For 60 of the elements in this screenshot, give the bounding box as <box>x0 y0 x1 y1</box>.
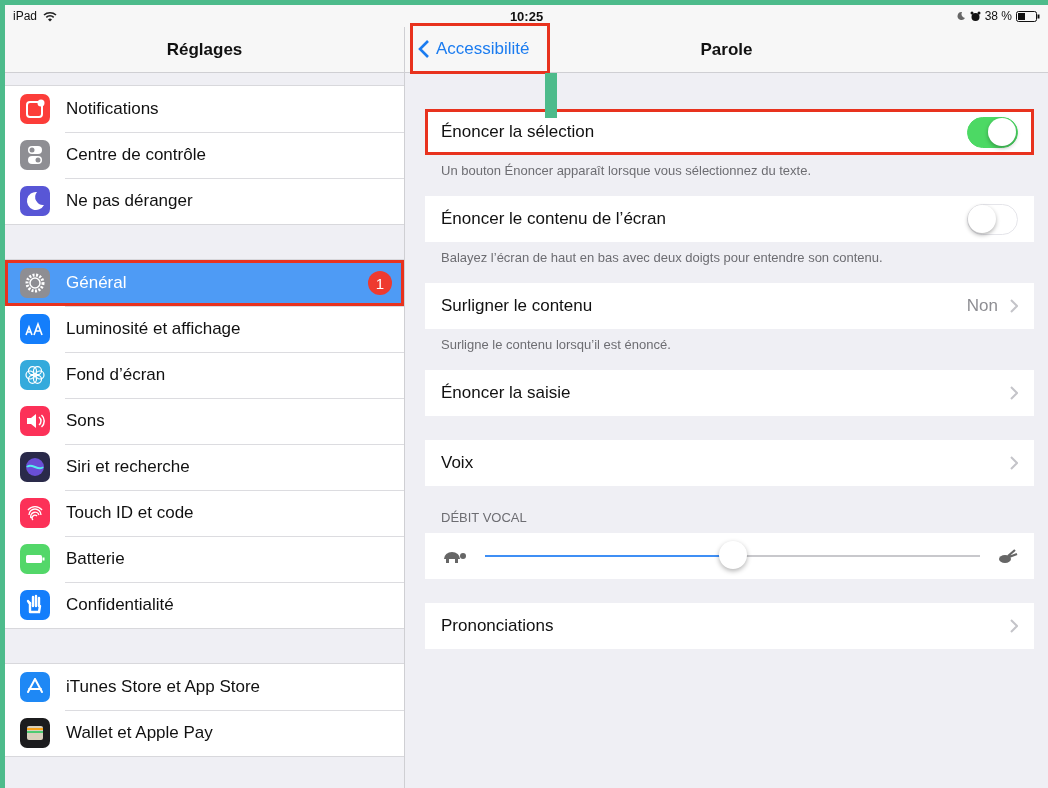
setting-label: Énoncer le contenu de l’écran <box>441 209 667 229</box>
sidebar-item[interactable]: Sons <box>5 398 404 444</box>
sidebar-item[interactable]: Notifications <box>5 86 404 132</box>
sidebar-item-label: Touch ID et code <box>66 503 195 523</box>
sidebar-item[interactable]: Confidentialité <box>5 582 404 628</box>
sidebar-item[interactable]: Wallet et Apple Pay <box>5 710 404 756</box>
sidebar-item[interactable]: Centre de contrôle <box>5 132 404 178</box>
sidebar-item-label: Luminosité et affichage <box>66 319 242 339</box>
slider-thumb[interactable] <box>718 541 747 569</box>
chevron-right-icon <box>1010 456 1018 470</box>
setting-value: Non <box>966 296 998 316</box>
chevron-right-icon <box>1010 386 1018 400</box>
sidebar-item[interactable]: Général 1 <box>5 260 404 306</box>
hare-icon <box>996 547 1018 565</box>
sidebar-item-label: Siri et recherche <box>66 457 191 477</box>
clock: 10:25 <box>509 8 544 24</box>
settings-row[interactable]: Surligner le contenu Non <box>425 283 1034 329</box>
battery-icon <box>1016 10 1040 22</box>
sidebar-item-label: Notifications <box>66 99 160 119</box>
sidebar-item-label: Général <box>66 273 128 293</box>
moon-icon <box>955 11 966 21</box>
toggle-switch[interactable] <box>967 116 1018 148</box>
sidebar-item-label: iTunes Store et App Store <box>66 677 262 697</box>
sidebar-item-label: Centre de contrôle <box>66 145 207 165</box>
chevron-right-icon <box>1010 619 1018 633</box>
sidebar-item-label: Wallet et Apple Pay <box>66 723 214 743</box>
setting-label: Prononciations <box>441 616 555 636</box>
settings-row[interactable]: Énoncer la saisie <box>425 370 1034 416</box>
wifi-icon <box>43 10 58 22</box>
setting-label: Énoncer la sélection <box>441 122 596 142</box>
sidebar-item[interactable]: Touch ID et code <box>5 490 404 536</box>
sidebar-item-label: Fond d’écran <box>66 365 167 385</box>
sidebar-item[interactable]: iTunes Store et App Store <box>5 664 404 710</box>
sidebar-item[interactable]: Ne pas déranger <box>5 178 404 224</box>
back-link[interactable]: Accessibilité <box>410 23 550 74</box>
sidebar-title: Réglages <box>166 39 243 60</box>
device-name: iPad <box>13 9 38 23</box>
sidebar-item-label: Ne pas déranger <box>66 191 194 211</box>
sidebar-item[interactable]: Siri et recherche <box>5 444 404 490</box>
section-footer: Un bouton Énoncer apparaît lorsque vous sélectionnez du texte. <box>425 155 1034 178</box>
battery-percentage: 38 % <box>984 9 1012 23</box>
sidebar-item-label: Sons <box>66 411 106 431</box>
settings-row[interactable]: Prononciations <box>425 603 1034 649</box>
chevron-right-icon <box>1010 299 1018 313</box>
notification-badge: 1 <box>368 271 392 295</box>
setting-label: Voix <box>441 453 475 473</box>
sidebar-item-label: Batterie <box>66 549 126 569</box>
chevron-left-icon <box>418 38 430 59</box>
callout-connector <box>545 73 557 118</box>
setting-label: Énoncer la saisie <box>441 383 572 403</box>
sidebar-item[interactable]: Fond d’écran <box>5 352 404 398</box>
section-footer: Surligne le contenu lorsqu’il est énoncé. <box>425 329 1034 352</box>
section-header: DÉBIT VOCAL <box>440 510 528 527</box>
settings-row[interactable]: Voix <box>425 440 1034 486</box>
sidebar-item[interactable]: Luminosité et affichage <box>5 306 404 352</box>
section-footer: Balayez l’écran de haut en bas avec deux doigts pour entendre son contenu. <box>425 242 1034 265</box>
sidebar-item[interactable]: Batterie <box>5 536 404 582</box>
page-title: Parole <box>700 39 753 60</box>
sidebar-item-label: Confidentialité <box>66 595 175 615</box>
setting-label: Surligner le contenu <box>441 296 594 316</box>
